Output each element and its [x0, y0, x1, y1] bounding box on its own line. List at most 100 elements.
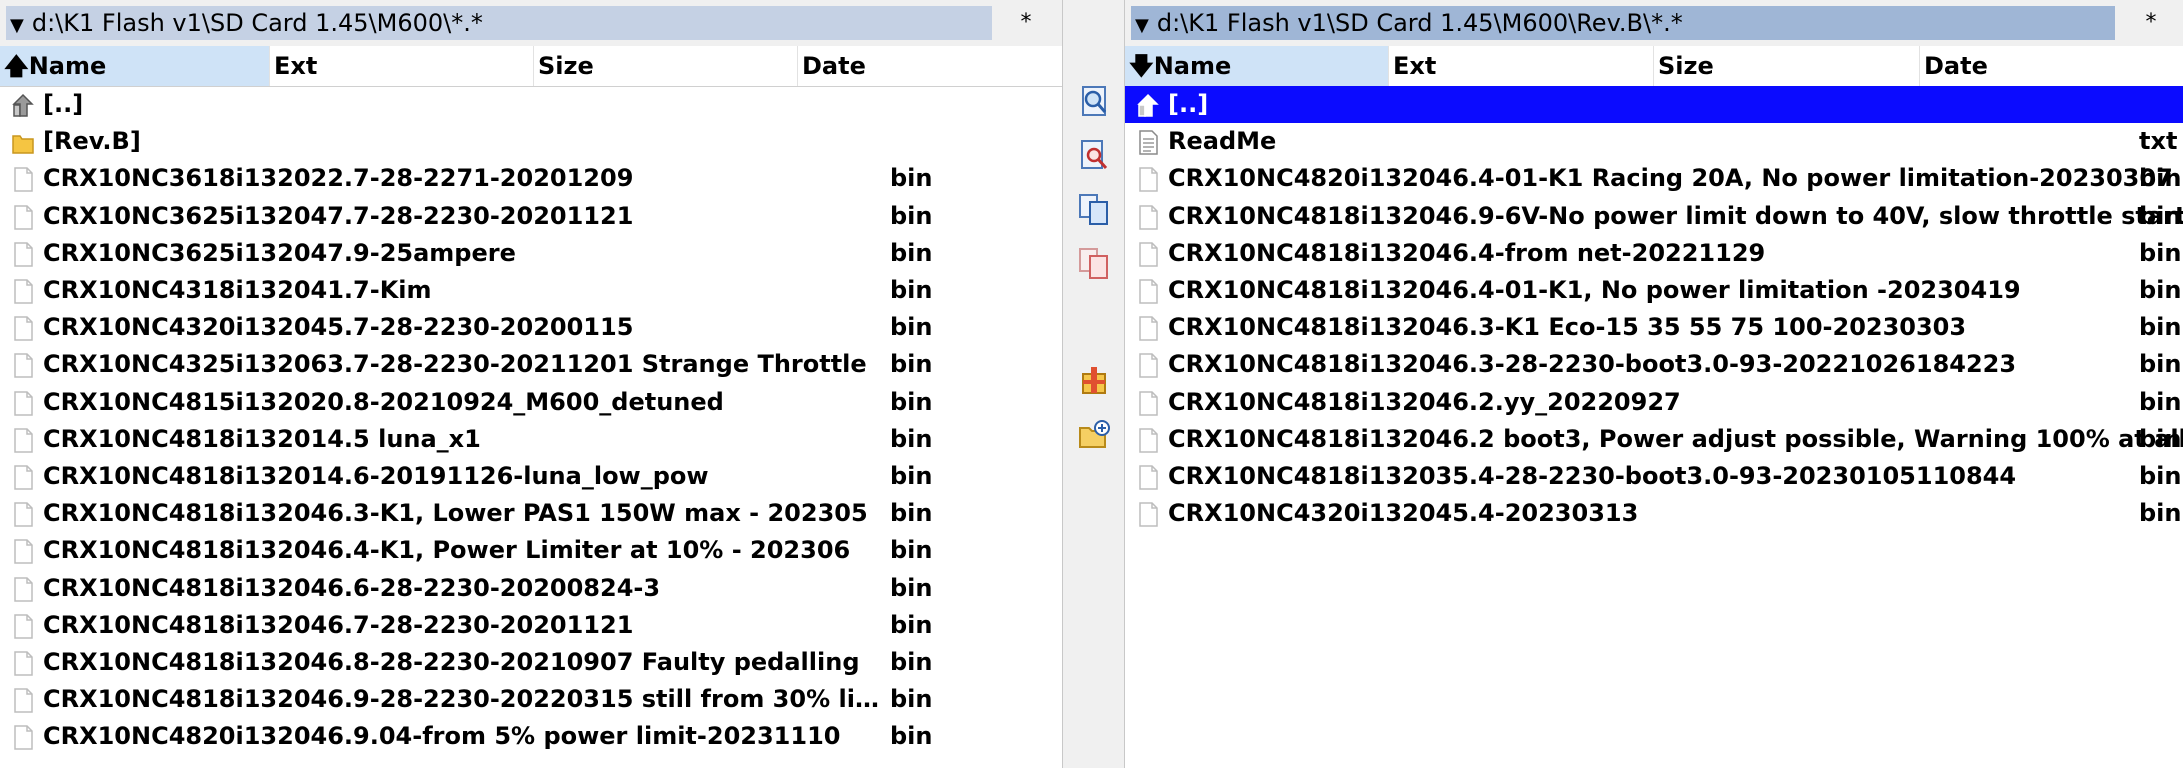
file-name: [..]	[1168, 90, 1209, 118]
file-row[interactable]: CRX10NC4818i132035.4-28-2230-boot3.0-93-…	[1125, 458, 2183, 495]
file-name: CRX10NC4818i132046.4-01-K1, No power lim…	[1168, 276, 2021, 304]
file-icon	[12, 204, 34, 230]
pack-icon[interactable]	[1077, 362, 1111, 396]
file-ext: bin	[2139, 424, 2182, 453]
file-row[interactable]: CRX10NC4818i132046.4-from net-20221129 bi…	[1125, 235, 2183, 272]
file-row[interactable]: CRX10NC4320i132045.7-28-2230-20200115 bin	[0, 309, 1062, 346]
column-header-ext[interactable]: Ext	[1389, 46, 1654, 86]
left-filter-star-button[interactable]: *	[996, 6, 1056, 40]
right-path-field[interactable]: ▼ d:\K1 Flash v1\SD Card 1.45\M600\Rev.B\…	[1131, 6, 2115, 40]
file-ext: bin	[2139, 276, 2182, 304]
file-name: CRX10NC4818i132046.3-K1 Eco-15 35 55 75 …	[1168, 313, 1967, 342]
file-name: CRX10NC4818i132046.8-28-2230-20210907 Fa…	[43, 648, 860, 676]
file-name: CRX10NC4818i132046.2.yy_20220927	[1168, 387, 1681, 416]
file-row[interactable]: CRX10NC4818i132046.8-28-2230-20210907 Fa…	[0, 644, 1062, 681]
text-file-icon	[1137, 129, 1159, 155]
file-row[interactable]: CRX10NC4318i132041.7-Kim bin	[0, 272, 1062, 309]
file-ext: bin	[890, 648, 933, 676]
edit-icon[interactable]	[1077, 138, 1111, 172]
left-path-field[interactable]: ▼ d:\K1 Flash v1\SD Card 1.45\M600\*.*	[6, 6, 992, 40]
file-row[interactable]: CRX10NC3625i132047.7-28-2230-20201121 bin	[0, 198, 1062, 235]
file-row[interactable]: ReadMe txt	[1125, 123, 2183, 160]
file-ext: bin	[890, 573, 933, 602]
file-icon	[1137, 204, 1159, 230]
file-row[interactable]: CRX10NC4320i132045.4-20230313 bin	[1125, 495, 2183, 532]
file-name: CRX10NC4318i132041.7-Kim	[43, 276, 432, 304]
file-name: CRX10NC4818i132046.3-28-2230-boot3.0-93-…	[1168, 350, 2017, 379]
file-row[interactable]: [..]	[1125, 86, 2183, 123]
file-row[interactable]: CRX10NC4818i132046.3-K1 Eco-15 35 55 75 …	[1125, 309, 2183, 346]
file-row[interactable]: CRX10NC4818i132046.4-K1, Power Limiter a…	[0, 532, 1062, 569]
file-ext: bin	[890, 685, 933, 714]
file-row[interactable]: CRX10NC4818i132046.3-28-2230-boot3.0-93-…	[1125, 346, 2183, 383]
file-ext: bin	[890, 164, 933, 193]
file-ext: bin	[890, 313, 933, 342]
file-name: CRX10NC4320i132045.7-28-2230-20200115	[43, 313, 634, 342]
file-row[interactable]: CRX10NC4818i132046.7-28-2230-20201121 bin	[0, 607, 1062, 644]
right-path-bar: ▼ d:\K1 Flash v1\SD Card 1.45\M600\Rev.B\…	[1125, 0, 2183, 47]
file-row[interactable]: CRX10NC4818i132014.5 luna_x1 bin	[0, 421, 1062, 458]
new-folder-icon[interactable]	[1077, 418, 1111, 452]
copy-icon[interactable]	[1077, 192, 1111, 226]
file-row[interactable]: CRX10NC4818i132046.2 boot3, Power adjust…	[1125, 421, 2183, 458]
file-row[interactable]: CRX10NC4818i132014.6-20191126-luna_low_p…	[0, 458, 1062, 495]
file-icon	[1137, 166, 1159, 193]
file-row[interactable]: CRX10NC3618i132022.7-28-2271-20201209 bin	[0, 160, 1062, 197]
column-header-ext[interactable]: Ext	[270, 46, 534, 86]
file-row[interactable]: CRX10NC4818i132046.9-28-2230-20220315 st…	[0, 681, 1062, 718]
file-name: CRX10NC4818i132046.9-28-2230-20220315 st…	[43, 685, 883, 714]
sort-descending-icon: 🡇	[1129, 52, 1154, 80]
left-file-panel: ▼ d:\K1 Flash v1\SD Card 1.45\M600\*.* * …	[0, 0, 1063, 768]
file-row[interactable]: CRX10NC4815i132020.8-20210924_M600_detun…	[0, 384, 1062, 421]
right-filter-star-button[interactable]: *	[2121, 6, 2181, 40]
column-header-date[interactable]: Date	[1920, 46, 2183, 86]
file-row[interactable]: CRX10NC4818i132046.6-28-2230-20200824-3 b…	[0, 570, 1062, 607]
file-row[interactable]: [..]	[0, 86, 1062, 123]
file-icon	[12, 538, 34, 565]
right-column-header: 🡇Name Ext Size Date	[1125, 46, 2183, 87]
file-icon	[12, 278, 34, 304]
file-row[interactable]: CRX10NC4325i132063.7-28-2230-20211201 St…	[0, 346, 1062, 383]
move-icon[interactable]	[1077, 246, 1111, 280]
file-row[interactable]: [Rev.B]	[0, 123, 1062, 160]
file-ext: bin	[2139, 238, 2182, 267]
file-icon	[1137, 315, 1159, 341]
file-row[interactable]: CRX10NC3625i132047.9-25ampere bin	[0, 235, 1062, 272]
file-ext: bin	[2139, 313, 2182, 342]
parent-directory-icon	[12, 92, 34, 117]
column-header-name-label: Name	[28, 52, 107, 80]
column-header-name[interactable]: 🡅Name	[0, 46, 270, 86]
dropdown-arrow-icon[interactable]: ▼	[10, 9, 24, 43]
column-header-name[interactable]: 🡇Name	[1125, 46, 1389, 86]
file-icon	[12, 650, 34, 676]
file-row[interactable]: CRX10NC4818i132046.4-01-K1, No power lim…	[1125, 272, 2183, 309]
file-name: CRX10NC4818i132014.5 luna_x1	[43, 424, 481, 453]
file-name: CRX10NC4818i132046.4-from net-20221129	[1168, 238, 1766, 267]
file-ext: bin	[2139, 462, 2182, 490]
file-name: CRX10NC4818i132046.6-28-2230-20200824-3	[43, 573, 661, 602]
file-ext: bin	[890, 462, 933, 490]
file-ext: bin	[890, 276, 933, 304]
file-ext: bin	[2139, 499, 2182, 528]
column-header-date[interactable]: Date	[798, 46, 1062, 86]
right-file-panel: ▼ d:\K1 Flash v1\SD Card 1.45\M600\Rev.B\…	[1124, 0, 2183, 768]
view-icon[interactable]	[1077, 84, 1111, 118]
file-row[interactable]: CRX10NC4818i132046.9-6V-No power limit d…	[1125, 198, 2183, 235]
file-icon	[12, 613, 34, 639]
column-header-size[interactable]: Size	[1654, 46, 1920, 86]
file-ext: bin	[890, 722, 933, 751]
file-ext: bin	[890, 610, 933, 639]
file-row[interactable]: CRX10NC4818i132046.3-K1, Lower PAS1 150W…	[0, 495, 1062, 532]
file-icon	[12, 241, 34, 267]
file-ext: bin	[890, 536, 933, 565]
file-icon	[1137, 241, 1159, 267]
file-row[interactable]: CRX10NC4820i132046.9.04-from 5% power li…	[0, 718, 1062, 755]
file-ext: bin	[890, 238, 933, 267]
dropdown-arrow-icon[interactable]: ▼	[1135, 9, 1149, 43]
file-name: CRX10NC4325i132063.7-28-2230-20211201 St…	[43, 350, 867, 379]
file-icon	[12, 166, 34, 193]
file-row[interactable]: CRX10NC4820i132046.4-01-K1 Racing 20A, N…	[1125, 160, 2183, 197]
file-row[interactable]: CRX10NC4818i132046.2.yy_20220927 bin	[1125, 384, 2183, 421]
sort-ascending-icon: 🡅	[4, 52, 29, 80]
column-header-size[interactable]: Size	[534, 46, 798, 86]
